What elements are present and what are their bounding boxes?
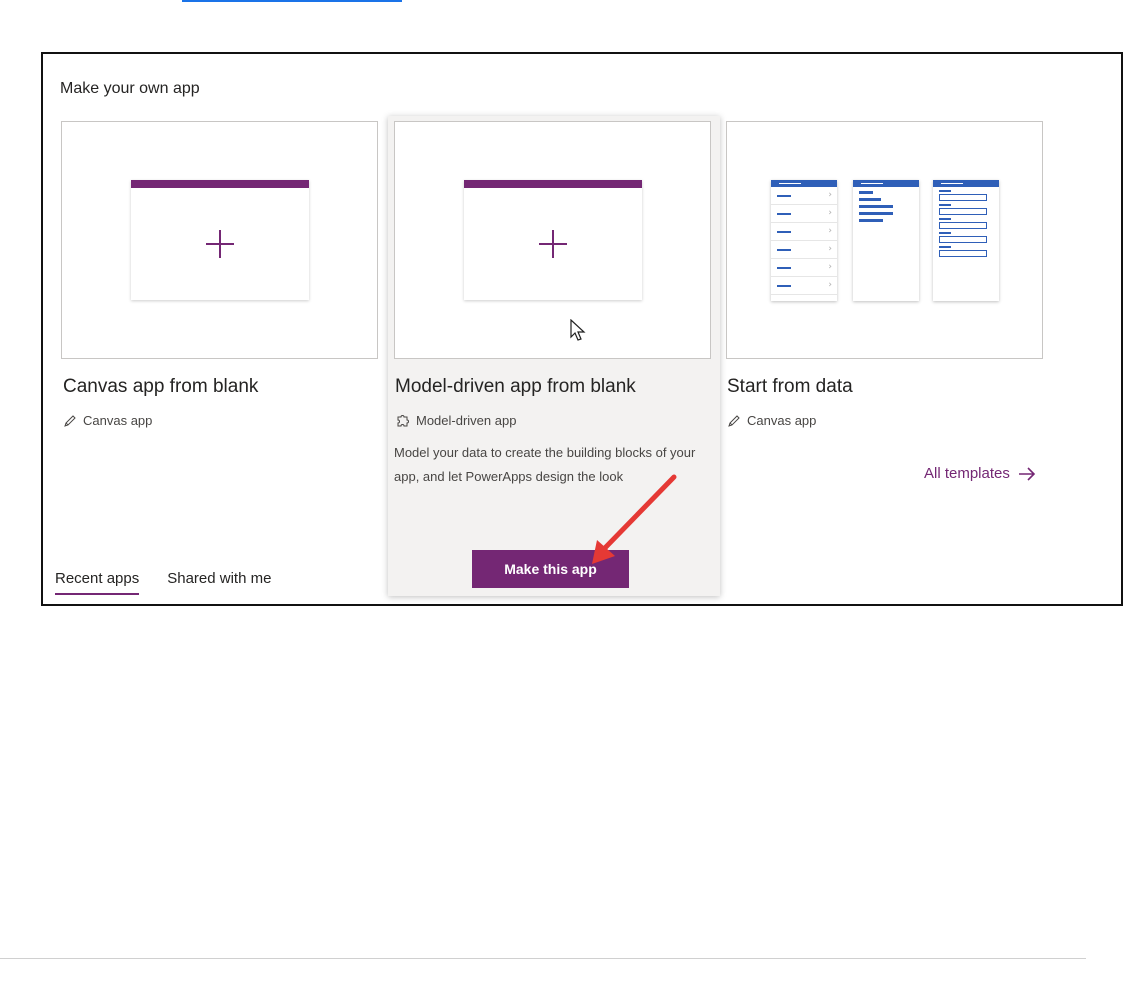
blank-screen-illustration [131, 180, 309, 300]
card-type-label: Canvas app [747, 413, 817, 428]
card-type: Canvas app [63, 413, 152, 428]
card-title[interactable]: Canvas app from blank [63, 376, 258, 398]
list-screen-illustration: › › › › › › [771, 180, 837, 301]
card-type-label: Model-driven app [416, 413, 517, 428]
plus-icon [539, 230, 567, 258]
card-description: Model your data to create the building b… [394, 445, 696, 484]
make-this-app-button[interactable]: Make this app [472, 550, 629, 588]
pencil-icon [64, 414, 76, 427]
pencil-icon [728, 414, 740, 427]
card-type-label: Canvas app [83, 413, 153, 428]
card-type: Canvas app [727, 413, 816, 428]
top-link-underline [182, 0, 402, 2]
arrow-right-icon [1018, 466, 1036, 481]
panel-title: Make your own app [60, 80, 200, 97]
tab-recent-apps[interactable]: Recent apps [55, 570, 140, 595]
bottom-divider [0, 958, 1086, 959]
all-templates-link[interactable]: All templates [924, 465, 1036, 482]
detail-screen-illustration [853, 180, 919, 301]
form-screen-illustration [933, 180, 999, 301]
card-type: Model-driven app [395, 413, 516, 428]
model-driven-blank-thumbnail[interactable] [394, 121, 711, 359]
blank-screen-illustration [464, 180, 642, 300]
card-title[interactable]: Start from data [727, 376, 853, 398]
card-title[interactable]: Model-driven app from blank [395, 376, 636, 398]
canvas-blank-thumbnail[interactable] [61, 121, 378, 359]
all-templates-label: All templates [924, 465, 1010, 482]
app-list-tabs: Recent apps Shared with me [55, 570, 271, 595]
mouse-cursor-icon [570, 319, 586, 341]
puzzle-icon [397, 415, 409, 427]
plus-icon [206, 230, 234, 258]
tab-shared-with-me[interactable]: Shared with me [167, 570, 271, 595]
start-from-data-thumbnail[interactable]: › › › › › › [726, 121, 1043, 359]
